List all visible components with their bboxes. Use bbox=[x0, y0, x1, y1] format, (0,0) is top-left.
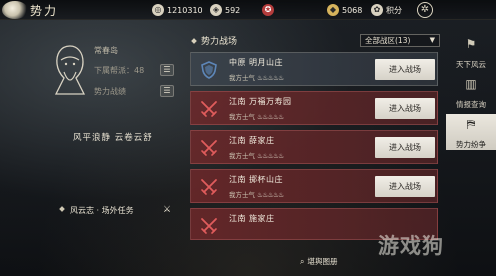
enter-battlefield-button[interactable]: 进入战场 bbox=[375, 176, 435, 197]
sub-gang-list-button[interactable]: ☰ bbox=[160, 64, 174, 76]
points-value: 积分 bbox=[386, 5, 402, 15]
battlefield-location: 江南 薛家庄 bbox=[229, 136, 275, 145]
faction-profile: 常春岛 下属帮派：48 ☰ 势力战绩 ☰ 风平浪静 云卷云舒 风云志 · 场外任… bbox=[38, 34, 184, 234]
coupon-resource[interactable]: ◈ 592 bbox=[210, 3, 240, 17]
silver-value: 1210310 bbox=[167, 5, 203, 15]
faction-name: 常春岛 bbox=[94, 46, 118, 55]
quest-row[interactable]: 风云志 · 场外任务 ⚔ bbox=[38, 202, 184, 218]
section-title-text: 势力战场 bbox=[201, 37, 238, 47]
sub-gang-count: 下属帮派：48 bbox=[94, 66, 145, 75]
region-filter-select[interactable]: 全部战区(13) ▼ bbox=[360, 34, 440, 47]
token-icon: ◈ bbox=[210, 4, 222, 16]
chevron-down-icon: ▼ bbox=[429, 36, 435, 44]
battlefield-location: 中原 明月山庄 bbox=[229, 58, 284, 67]
tab-label: 势力纷争 bbox=[456, 140, 486, 149]
banner-icon: ⛿ bbox=[466, 117, 476, 131]
morale-indicator: 我方士气 ♨♨♨♨♨ bbox=[229, 74, 284, 82]
atlas-label: 堪舆图册 bbox=[307, 257, 338, 266]
coupon-value: 592 bbox=[225, 5, 241, 15]
enter-battlefield-button[interactable]: 进入战场 bbox=[375, 59, 435, 80]
faction-record-button[interactable]: ☰ bbox=[160, 85, 174, 97]
flame-icon: ♨♨♨♨♨ bbox=[257, 152, 284, 160]
gold-icon: ◆ bbox=[327, 4, 339, 16]
morale-indicator: 我方士气 ♨♨♨♨♨ bbox=[229, 113, 284, 121]
crossed-swords-icon bbox=[201, 140, 217, 156]
tab-label: 天下风云 bbox=[456, 60, 486, 69]
tab-label: 情报查询 bbox=[456, 100, 486, 109]
hermit-avatar-icon bbox=[54, 45, 86, 95]
atlas-link[interactable]: ⌕ 堪舆图册 bbox=[300, 256, 337, 267]
battlefield-location: 江南 万福万寿园 bbox=[229, 97, 292, 106]
battlefield-row[interactable]: 江南 掷杯山庄 我方士气 ♨♨♨♨♨ 进入战场 bbox=[190, 169, 438, 203]
enter-battlefield-button[interactable]: 进入战场 bbox=[375, 98, 435, 119]
crossed-swords-icon bbox=[201, 179, 217, 195]
crossed-swords-icon bbox=[201, 101, 217, 117]
points-resource[interactable]: ✿ 积分 bbox=[371, 3, 402, 17]
shield-icon bbox=[201, 61, 217, 79]
scroll-icon: ▥ bbox=[465, 77, 477, 91]
flame-icon: ♨♨♨♨♨ bbox=[257, 113, 284, 121]
magnifier-icon: ⌕ bbox=[300, 256, 305, 266]
diamond-bullet-icon bbox=[191, 38, 197, 44]
coin-stack-icon: ◎ bbox=[152, 4, 164, 16]
faction-motto: 风平浪静 云卷云舒 bbox=[73, 133, 153, 143]
morale-indicator: 我方士气 ♨♨♨♨♨ bbox=[229, 191, 284, 199]
battlefield-row[interactable]: 江南 万福万寿园 我方士气 ♨♨♨♨♨ 进入战场 bbox=[190, 91, 438, 125]
crossed-swords-icon bbox=[201, 218, 217, 234]
watermark: 游戏狗 bbox=[378, 233, 444, 258]
tab-intel-query[interactable]: ▥ 情报查询 bbox=[446, 74, 496, 110]
ingot-resource[interactable]: ✪ bbox=[262, 3, 277, 17]
page-title: 势力 bbox=[30, 4, 59, 18]
battlefield-location: 江南 掷杯山庄 bbox=[229, 175, 284, 184]
menu-icon[interactable]: ✲ bbox=[417, 2, 433, 18]
diamond-bullet-icon bbox=[59, 206, 65, 212]
moon-logo-icon bbox=[2, 1, 28, 19]
flag-icon: ⚑ bbox=[465, 37, 477, 51]
battlefield-location: 江南 施家庄 bbox=[229, 214, 275, 223]
sword-icon[interactable]: ⚔ bbox=[160, 203, 174, 217]
tab-world-affairs[interactable]: ⚑ 天下风云 bbox=[446, 34, 496, 70]
quest-label: 风云志 · 场外任务 bbox=[70, 206, 134, 215]
section-title: 势力战场 bbox=[191, 34, 238, 47]
ingot-icon: ✪ bbox=[262, 4, 274, 16]
tab-faction-conflict[interactable]: ⛿ 势力纷争 bbox=[446, 114, 496, 150]
gold-resource[interactable]: ◆ 5068 bbox=[327, 3, 362, 17]
faction-record-label: 势力战绩 bbox=[94, 87, 126, 96]
top-bar: 势力 ◎ 1210310 ◈ 592 ✪ ◆ 5068 ✿ 积分 ✲ bbox=[0, 0, 496, 20]
gold-value: 5068 bbox=[342, 5, 363, 15]
morale-indicator: 我方士气 ♨♨♨♨♨ bbox=[229, 152, 284, 160]
flame-icon: ♨♨♨♨♨ bbox=[257, 191, 284, 199]
battlefield-row[interactable]: 江南 薛家庄 我方士气 ♨♨♨♨♨ 进入战场 bbox=[190, 130, 438, 164]
battlefield-row[interactable]: 中原 明月山庄 我方士气 ♨♨♨♨♨ 进入战场 bbox=[190, 52, 438, 86]
points-icon: ✿ bbox=[371, 4, 383, 16]
region-filter-value: 全部战区(13) bbox=[365, 36, 411, 45]
silver-resource[interactable]: ◎ 1210310 bbox=[152, 3, 203, 17]
enter-battlefield-button[interactable]: 进入战场 bbox=[375, 137, 435, 158]
flame-icon: ♨♨♨♨♨ bbox=[257, 74, 284, 82]
